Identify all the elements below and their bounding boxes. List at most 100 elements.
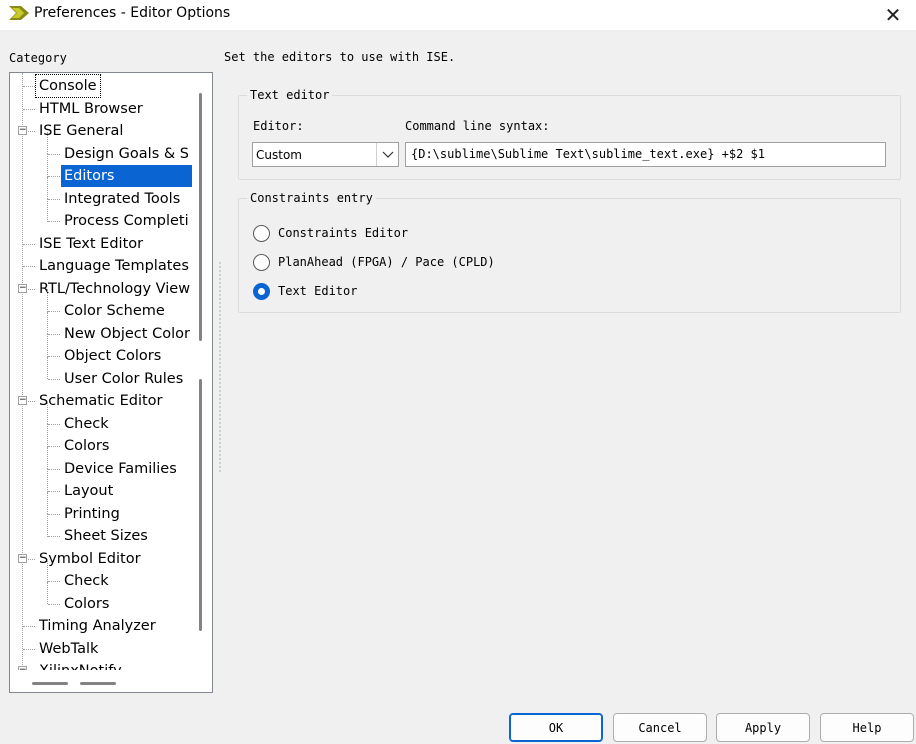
tree-line: [47, 289, 48, 312]
ok-button[interactable]: OK: [509, 713, 603, 742]
tree-connector: [48, 491, 60, 492]
tree-item[interactable]: User Color Rules: [61, 368, 186, 390]
text-editor-group-title: Text editor: [247, 88, 333, 102]
tree-item[interactable]: Check: [61, 570, 112, 592]
tree-item[interactable]: Colors: [61, 593, 112, 615]
tree-item[interactable]: Sheet Sizes: [61, 525, 151, 547]
radio-label: PlanAhead (FPGA) / Pace (CPLD): [278, 255, 495, 269]
tree-item[interactable]: New Object Color: [61, 323, 192, 345]
tree-item[interactable]: Printing: [61, 503, 123, 525]
editor-label: Editor:: [253, 119, 304, 133]
tree-connector: [48, 378, 60, 380]
help-button[interactable]: Help: [820, 713, 914, 742]
radio-text-editor[interactable]: Text Editor: [253, 281, 357, 301]
tree-connector: [48, 221, 60, 222]
chevron-down-icon[interactable]: [376, 143, 398, 166]
tree-item[interactable]: Schematic Editor: [36, 390, 166, 412]
radio-button[interactable]: [253, 253, 270, 271]
xilinx-ise-icon: [9, 6, 29, 20]
collapse-icon[interactable]: −: [18, 553, 27, 563]
page-description: Set the editors to use with ISE.: [224, 50, 456, 64]
editor-select[interactable]: Custom: [252, 142, 399, 167]
tree-line: [47, 154, 48, 177]
tree-item[interactable]: RTL/Technology View: [36, 278, 192, 300]
tree-connector: [48, 311, 60, 312]
tree-item[interactable]: Editors: [61, 165, 192, 187]
tree-connector: [48, 153, 60, 155]
tree-connector: [23, 266, 35, 267]
radio-button-checked[interactable]: [253, 282, 270, 300]
tree-item[interactable]: Symbol Editor: [36, 548, 144, 570]
title-bar: Preferences - Editor Options ✕: [0, 0, 916, 30]
tree-line: [47, 401, 48, 424]
apply-button[interactable]: Apply: [716, 713, 810, 742]
tree-connector: [48, 333, 60, 335]
tree-item[interactable]: Object Colors: [61, 345, 164, 367]
tree-item[interactable]: Layout: [61, 480, 116, 502]
tree-connector: [48, 198, 60, 200]
close-icon: ✕: [884, 3, 902, 27]
tree-item[interactable]: Process Completi: [61, 210, 192, 232]
close-button[interactable]: ✕: [870, 0, 916, 30]
tree-item[interactable]: XilinxNotify: [36, 660, 125, 670]
tree-connector: [48, 536, 60, 537]
tree-item[interactable]: Check: [61, 413, 112, 435]
tree-line: [47, 469, 48, 492]
tree-item[interactable]: ISE Text Editor: [36, 233, 146, 255]
radio-planahead[interactable]: PlanAhead (FPGA) / Pace (CPLD): [253, 252, 495, 272]
tree-item[interactable]: Integrated Tools: [61, 188, 183, 210]
tree-connector: [23, 243, 35, 245]
category-tree[interactable]: Console HTML Browser − ISE General Design Go…: [9, 72, 213, 693]
tree-connector: [48, 581, 60, 582]
tree-connector: [48, 468, 60, 470]
command-line-label: Command line syntax:: [405, 119, 550, 133]
command-line-input[interactable]: {D:\sublime\Sublime Text\sublime_text.ex…: [405, 142, 886, 167]
category-tree-viewport: Console HTML Browser − ISE General Design Go…: [10, 73, 192, 670]
collapse-icon[interactable]: −: [18, 283, 27, 293]
scrollbar-thumb[interactable]: [199, 93, 202, 341]
tree-item[interactable]: ISE General: [36, 120, 126, 142]
tree-line: [47, 334, 48, 357]
tree-line: [47, 581, 48, 604]
tree-item[interactable]: WebTalk: [36, 638, 101, 660]
vertical-scrollbar[interactable]: [199, 93, 202, 683]
tree-connector: [23, 108, 35, 110]
collapse-icon[interactable]: −: [18, 666, 27, 670]
hscroll-left-segment[interactable]: [32, 682, 68, 685]
hscroll-right-segment[interactable]: [80, 682, 116, 685]
tree-connector: [48, 513, 60, 515]
tree-line: [22, 73, 23, 670]
tree-line: [47, 199, 48, 222]
tree-item[interactable]: Color Scheme: [61, 300, 168, 322]
constraints-entry-group-title: Constraints entry: [247, 191, 376, 205]
tree-item[interactable]: Design Goals & S: [61, 143, 192, 165]
tree-item[interactable]: Device Families: [61, 458, 180, 480]
tree-connector: [48, 423, 60, 425]
tree-line: [47, 131, 48, 154]
tree-item[interactable]: Language Templates: [36, 255, 192, 277]
tree-line: [47, 514, 48, 537]
editor-select-value: Custom: [256, 148, 302, 162]
tree-item[interactable]: Timing Analyzer: [36, 615, 159, 637]
tree-item[interactable]: Colors: [61, 435, 112, 457]
tree-connector: [48, 176, 60, 177]
tree-connector: [48, 603, 60, 605]
tree-connector: [23, 626, 35, 627]
tree-line: [47, 176, 48, 199]
cancel-button[interactable]: Cancel: [613, 713, 707, 742]
tree-line: [47, 311, 48, 334]
scrollbar-thumb-lower[interactable]: [199, 379, 202, 631]
tree-connector: [48, 356, 60, 357]
tree-item[interactable]: HTML Browser: [36, 98, 146, 120]
collapse-icon[interactable]: −: [18, 126, 27, 135]
collapse-icon[interactable]: −: [18, 396, 27, 405]
tree-connector: [48, 446, 60, 447]
horizontal-scrollbar[interactable]: [32, 682, 120, 685]
category-label: Category: [9, 51, 67, 65]
radio-button[interactable]: [253, 224, 270, 242]
tree-line: [47, 424, 48, 447]
tree-item[interactable]: Console: [35, 74, 101, 98]
radio-constraints-editor[interactable]: Constraints Editor: [253, 223, 408, 243]
pane-splitter[interactable]: [219, 262, 221, 472]
text-editor-group: [238, 95, 901, 180]
